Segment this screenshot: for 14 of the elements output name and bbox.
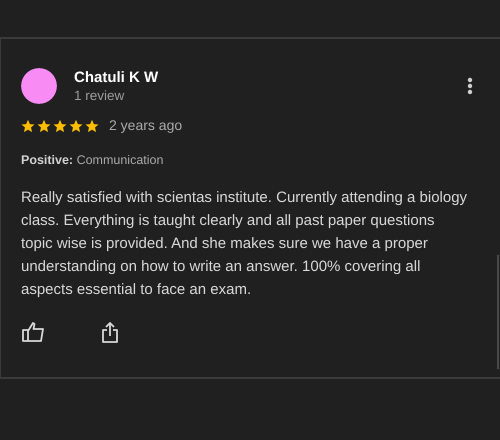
- star-icon: [85, 118, 99, 132]
- author-name[interactable]: Chatuli K W: [74, 68, 158, 86]
- review-highlights: Positive: Communication: [21, 152, 164, 169]
- star-icon: [53, 118, 67, 132]
- more-options-icon[interactable]: [467, 77, 473, 95]
- star-icon: [37, 118, 51, 132]
- star-icon: [69, 118, 83, 132]
- share-icon[interactable]: [101, 320, 119, 344]
- review-count: 1 review: [74, 86, 126, 104]
- star-icon: [21, 118, 35, 132]
- review-time: 2 years ago: [109, 116, 182, 135]
- like-icon[interactable]: [22, 321, 45, 344]
- review-text: Really satisfied with scientas institute. Currently attending a biology class. Everything is taught clearly and all past paper questions topic wise is provided. And she makes sure we have a proper understanding on how to write an answer. 100% covering all aspects essential to face an exam.: [21, 188, 468, 300]
- avatar[interactable]: [21, 68, 57, 104]
